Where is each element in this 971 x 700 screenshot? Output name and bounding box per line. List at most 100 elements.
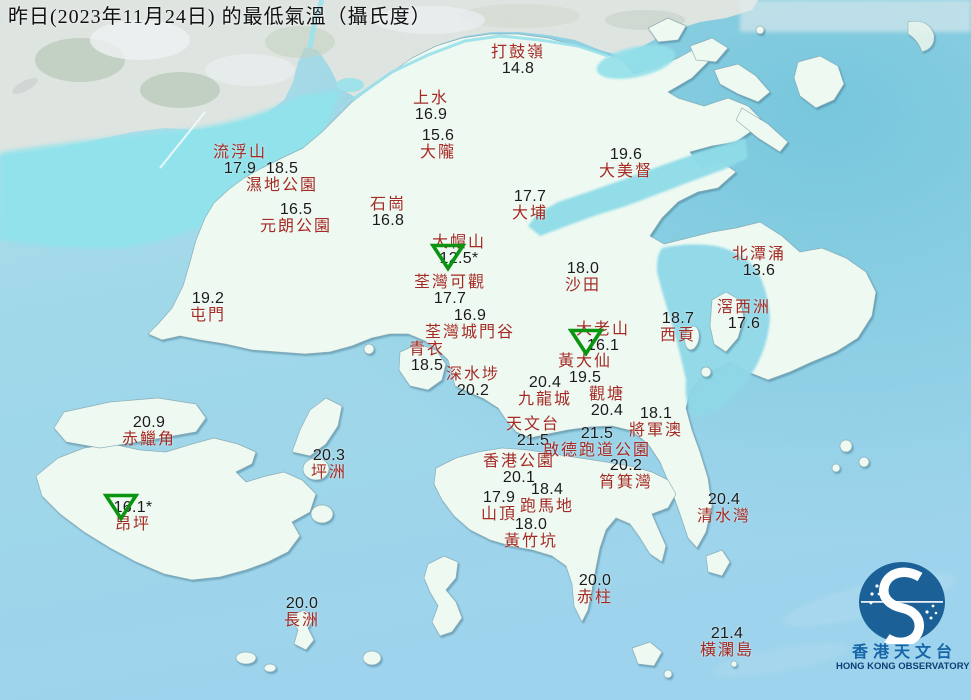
station-value: 17.6 (727, 315, 761, 332)
station-value: 20.0 (285, 595, 319, 612)
hko-emblem-icon (859, 562, 945, 644)
station-name: 赤鱲角 (121, 431, 177, 448)
station-label: 18.5 濕地公園 (245, 160, 319, 195)
station-value: 20.4 (590, 402, 624, 419)
station-label: 大帽山 12.5* (432, 234, 486, 267)
station-name: 大埔 (511, 205, 549, 222)
station-value: 16.1 (586, 337, 620, 354)
station-label: 21.5 啟德跑道公園 (543, 425, 651, 460)
station-label: 北潭涌 13.6 (732, 246, 786, 279)
station-label: 石崗 16.8 (370, 196, 406, 229)
station-value: 14.8 (501, 60, 535, 77)
station-name: 九龍城 (517, 391, 573, 408)
station-name: 流浮山 (212, 144, 268, 161)
station-label: 荃灣可觀 17.7 (414, 274, 486, 307)
station-name: 黃竹坑 (503, 533, 559, 550)
station-name: 跑馬地 (519, 498, 575, 515)
station-name: 黃大仙 (557, 353, 613, 370)
station-value: 20.2 (456, 382, 490, 399)
station-value: 20.4 (707, 491, 741, 508)
station-value: 12.5* (439, 250, 479, 267)
station-name: 石崗 (369, 196, 407, 213)
station-value: 17.9 (482, 489, 516, 506)
station-label: 18.7 西貢 (659, 310, 697, 345)
station-label: 觀塘 20.4 (589, 386, 625, 419)
station-value: 18.5 (410, 357, 444, 374)
station-value: 16.5 (279, 201, 313, 218)
station-label: 15.6 大隴 (419, 127, 457, 162)
station-value: 13.6 (742, 262, 776, 279)
station-name: 北潭涌 (731, 246, 787, 263)
station-name: 西貢 (659, 327, 697, 344)
station-value: 16.9 (453, 307, 487, 324)
station-value: 16.1* (113, 499, 153, 516)
station-value: 18.7 (661, 310, 695, 327)
station-name: 大老山 (575, 321, 631, 338)
station-label: 17.7 大埔 (511, 188, 549, 223)
station-label: 18.0 黃竹坑 (503, 516, 559, 551)
station-name: 長洲 (283, 612, 321, 629)
hko-logo-name-zh: 香港天文台 (851, 644, 957, 661)
station-label: 16.1* 昂坪 (113, 499, 153, 534)
station-label: 18.0 沙田 (564, 260, 602, 295)
station-name: 濕地公園 (245, 177, 319, 194)
station-label: 20.4 清水灣 (696, 491, 752, 526)
station-value: 18.4 (530, 481, 564, 498)
station-label: 19.2 屯門 (189, 290, 227, 325)
station-label: 20.0 長洲 (283, 595, 321, 630)
station-value: 18.0 (514, 516, 548, 533)
station-value: 16.9 (414, 106, 448, 123)
station-label: 打鼓嶺 14.8 (491, 44, 545, 77)
station-name: 沙田 (564, 277, 602, 294)
station-value: 15.6 (421, 127, 455, 144)
station-name: 打鼓嶺 (490, 44, 546, 61)
station-label: 20.4 九龍城 (517, 374, 573, 409)
station-label: 20.2 筲箕灣 (599, 457, 653, 492)
hko-logo-name-en: HONG KONG OBSERVATORY (836, 661, 970, 672)
station-name: 大隴 (419, 144, 457, 161)
station-value: 20.4 (528, 374, 562, 391)
station-labels-layer: 打鼓嶺 14.8 上水 16.9 15.6 大隴 流浮山 17.9 18.5 濕地公園 16.5 元朗… (0, 0, 971, 700)
station-name: 昂坪 (114, 516, 151, 533)
station-value: 20.2 (609, 457, 643, 474)
station-label: 滘西洲 17.6 (717, 299, 771, 332)
station-name: 清水灣 (696, 508, 752, 525)
station-label: 21.4 橫瀾島 (699, 625, 755, 660)
station-label: 20.3 坪洲 (310, 447, 348, 482)
station-name: 坪洲 (310, 464, 348, 481)
station-label: 上水 16.9 (413, 90, 449, 123)
station-label: 16.9 荃灣城門谷 (424, 307, 516, 342)
station-name: 赤柱 (576, 589, 614, 606)
station-value: 18.5 (265, 160, 299, 177)
station-label: 18.4 跑馬地 (519, 481, 575, 516)
station-value: 20.9 (132, 414, 166, 431)
station-label: 19.6 大美督 (598, 146, 654, 181)
station-name: 元朗公園 (259, 218, 333, 235)
station-name: 青衣 (408, 341, 446, 358)
station-value: 20.3 (312, 447, 346, 464)
station-name: 香港公園 (482, 453, 556, 470)
station-value: 17.7 (513, 188, 547, 205)
station-label: 大老山 16.1 (576, 321, 630, 354)
station-name: 深水埗 (445, 366, 501, 383)
station-value: 21.5 (580, 425, 614, 442)
station-value: 18.1 (639, 405, 673, 422)
station-name: 滘西洲 (716, 299, 772, 316)
station-value: 18.0 (566, 260, 600, 277)
station-value: 21.4 (710, 625, 744, 642)
station-value: 19.6 (609, 146, 643, 163)
station-label: 20.0 赤柱 (576, 572, 614, 607)
station-name: 荃灣城門谷 (424, 324, 516, 341)
station-name: 橫瀾島 (699, 642, 755, 659)
station-label: 深水埗 20.2 (446, 366, 500, 399)
station-value: 19.2 (191, 290, 225, 307)
hko-logo: 香港天文台 HONG KONG OBSERVATORY (836, 560, 970, 673)
station-name: 上水 (412, 90, 450, 107)
station-name: 屯門 (189, 307, 227, 324)
station-label: 20.9 赤鱲角 (121, 414, 177, 449)
station-label: 青衣 18.5 (409, 341, 445, 374)
station-value: 20.0 (578, 572, 612, 589)
station-name: 大帽山 (431, 234, 487, 251)
station-name: 大美督 (598, 163, 654, 180)
station-name: 觀塘 (588, 386, 626, 403)
